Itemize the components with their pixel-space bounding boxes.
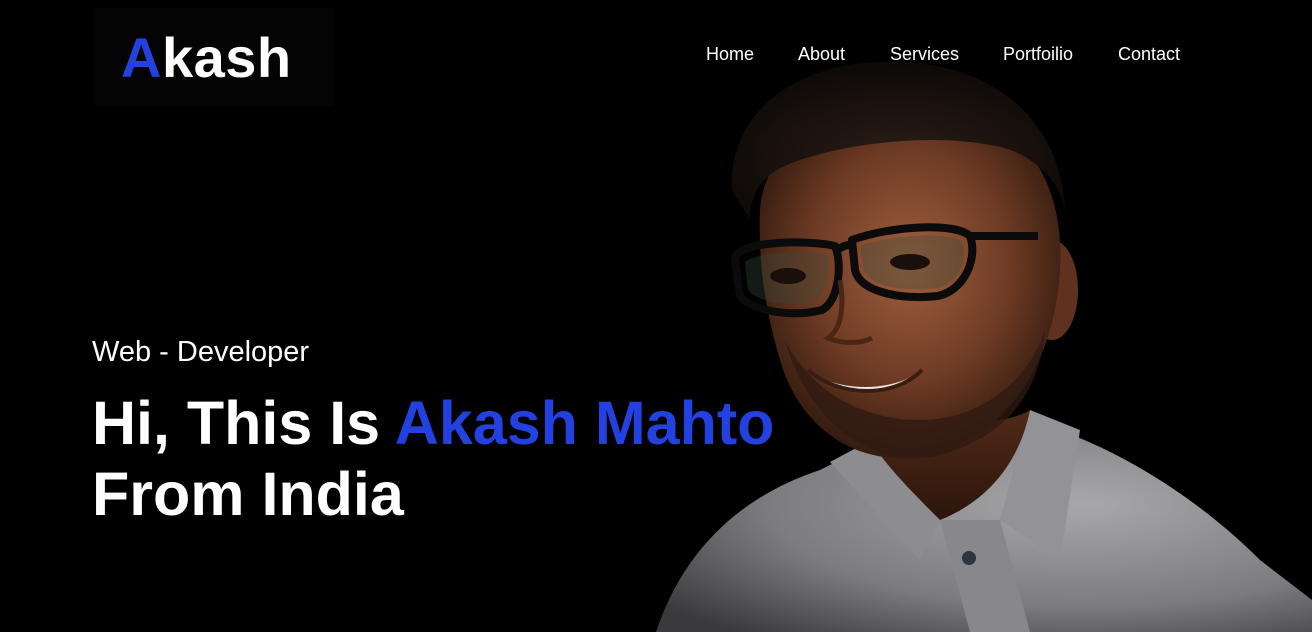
nav-about[interactable]: About [798, 43, 845, 65]
portrait-image [656, 61, 1312, 632]
main-nav: Home About Services Portfoilio Contact [0, 43, 1312, 65]
nav-portfolio[interactable]: Portfoilio [1003, 43, 1073, 65]
hero-page: Akash Home About Services Portfoilio Con… [0, 0, 1312, 632]
nav-services[interactable]: Services [890, 43, 959, 65]
hero-headline: Hi, This Is Akash Mahto From India [92, 388, 774, 530]
headline-name: Akash Mahto [394, 389, 775, 457]
nav-contact[interactable]: Contact [1118, 43, 1180, 65]
nav-home[interactable]: Home [706, 43, 754, 65]
headline-suffix: From India [92, 460, 404, 528]
headline-prefix: Hi, This Is [92, 389, 395, 457]
hero-subtitle: Web - Developer [92, 336, 310, 368]
